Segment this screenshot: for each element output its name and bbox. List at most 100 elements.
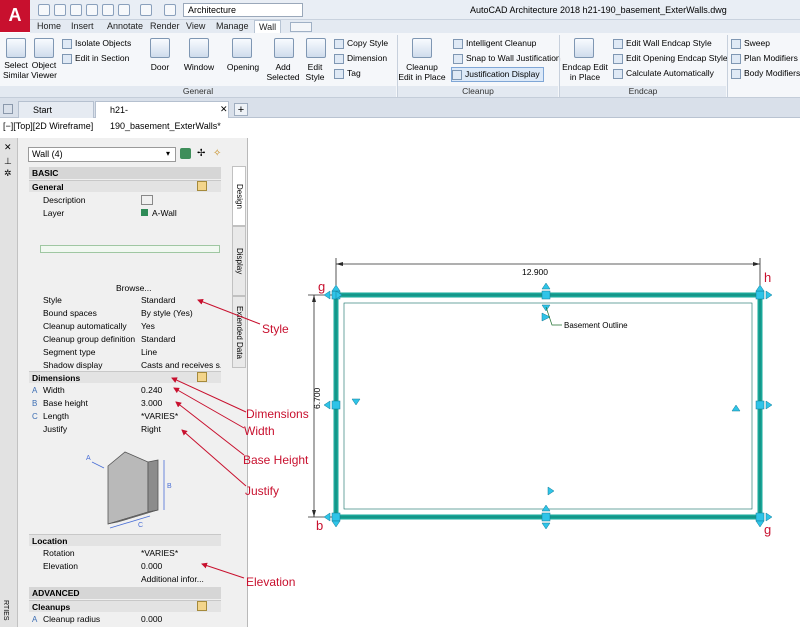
close-icon[interactable]: ✕: [220, 104, 228, 115]
edit-in-section-icon: [62, 53, 72, 64]
add-selected-button[interactable]: Add Selected: [266, 62, 300, 82]
close-icon[interactable]: ✕: [4, 142, 12, 153]
window-icon: [189, 38, 209, 58]
isolate-objects-button[interactable]: Isolate Objects: [62, 37, 131, 50]
redo-icon[interactable]: [140, 4, 152, 16]
tab-wall[interactable]: Wall: [254, 20, 282, 33]
edit-in-section-button[interactable]: Edit in Section: [62, 52, 129, 65]
open-icon[interactable]: [54, 4, 66, 16]
selection-combo[interactable]: Wall (4): [28, 147, 176, 162]
opening-button[interactable]: Opening: [224, 62, 262, 72]
tab-home[interactable]: Home: [33, 20, 65, 33]
tab-manage[interactable]: Manage: [212, 20, 253, 33]
description-field[interactable]: [40, 245, 220, 253]
workspace-select[interactable]: Architecture: [183, 3, 303, 17]
save-as-icon[interactable]: [86, 4, 98, 16]
endcap-edit-in-place-button[interactable]: Endcap Edit in Place: [560, 62, 610, 82]
grip-mid-right[interactable]: [755, 400, 765, 410]
tag-button[interactable]: Tag: [334, 67, 361, 80]
prop-layer[interactable]: Layer A-Wall: [29, 207, 221, 220]
save-icon[interactable]: [70, 4, 82, 16]
grip-mid-top[interactable]: [541, 290, 551, 300]
snap-icon: [453, 53, 463, 64]
tab-design[interactable]: Design: [232, 166, 246, 226]
justification-display-button[interactable]: Justification Display: [451, 67, 544, 82]
pickadd-icon[interactable]: ✧: [213, 148, 221, 159]
cleanup-edit-in-place-button[interactable]: Cleanup Edit in Place: [398, 62, 446, 82]
section-general[interactable]: General: [29, 180, 221, 192]
grip-corner-br[interactable]: [755, 512, 765, 522]
section-basic[interactable]: BASIC: [29, 167, 221, 179]
door-icon: [150, 38, 170, 58]
prop-cleanup-radius[interactable]: A Cleanup radius 0.000: [29, 613, 221, 626]
cleanup-panel-title[interactable]: Cleanup: [398, 86, 558, 97]
corner-label-b: b: [316, 518, 323, 533]
view-controls[interactable]: [−][Top][2D Wireframe]: [3, 121, 93, 131]
grip-corner-tr[interactable]: [755, 290, 765, 300]
grip-mid-bottom[interactable]: [541, 512, 551, 522]
app-logo[interactable]: A: [0, 0, 30, 32]
select-similar-icon: [6, 38, 26, 58]
new-icon[interactable]: [38, 4, 50, 16]
grip-mid-left[interactable]: [331, 400, 341, 410]
tab-overflow-icon[interactable]: [290, 22, 312, 32]
body-modifiers-icon: [731, 68, 741, 79]
section-options-icon[interactable]: [197, 181, 207, 191]
qat-menu-icon[interactable]: [164, 4, 176, 16]
corner-label-g-bottom: g: [764, 522, 771, 537]
section-options-icon[interactable]: [197, 601, 207, 611]
justification-display-icon: [452, 69, 462, 80]
print-icon[interactable]: [102, 4, 114, 16]
dimension-button[interactable]: Dimension: [334, 52, 387, 65]
grip-corner-bl[interactable]: [331, 512, 341, 522]
opening-icon: [232, 38, 252, 58]
tab-display[interactable]: Display: [232, 226, 246, 296]
select-similar-button[interactable]: Select Similar: [0, 60, 32, 80]
palette-titlebar[interactable]: [0, 138, 18, 627]
new-tab-icon[interactable]: +: [234, 103, 248, 116]
general-panel-title[interactable]: General: [0, 86, 396, 97]
endcap-style-icon: [613, 38, 623, 49]
tab-start[interactable]: Start: [18, 101, 94, 118]
object-viewer-button[interactable]: Object Viewer: [30, 60, 58, 80]
plan-modifiers-icon: [731, 53, 741, 64]
door-button[interactable]: Door: [144, 62, 176, 72]
section-cleanups[interactable]: Cleanups: [29, 600, 221, 612]
edit-style-icon: [306, 38, 326, 58]
snap-to-wall-justification-button[interactable]: Snap to Wall Justification: [453, 52, 561, 65]
sweep-button[interactable]: Sweep: [731, 37, 770, 50]
endcap-panel-title[interactable]: Endcap: [560, 86, 726, 97]
tab-render[interactable]: Render: [146, 20, 184, 33]
drawing-canvas[interactable]: 12.900 6.700 Basement Outline g h b g: [300, 255, 800, 545]
calculate-automatically-button[interactable]: Calculate Automatically: [613, 67, 714, 80]
tab-annotate[interactable]: Annotate: [103, 20, 147, 33]
palette-title: RTIES: [2, 600, 9, 621]
endcap-edit-icon: [574, 38, 594, 58]
annotation-arrows: [171, 299, 261, 579]
window-title: AutoCAD Architecture 2018 h21-190_baseme…: [470, 5, 727, 15]
edit-style-button[interactable]: Edit Style: [300, 62, 330, 82]
dimension-icon: [334, 53, 344, 64]
tab-drawing[interactable]: h21-190_basement_ExterWalls*: [95, 101, 229, 131]
quick-select-icon[interactable]: ✢: [197, 148, 205, 159]
menu-icon[interactable]: [3, 104, 13, 114]
body-modifiers-button[interactable]: Body Modifiers: [731, 67, 800, 80]
window-button[interactable]: Window: [180, 62, 218, 72]
prop-description[interactable]: Description: [29, 194, 221, 207]
tab-view[interactable]: View: [182, 20, 209, 33]
edit-wall-endcap-style-button[interactable]: Edit Wall Endcap Style: [613, 37, 712, 50]
plan-modifiers-button[interactable]: Plan Modifiers: [731, 52, 798, 65]
chevron-down-icon[interactable]: ▾: [166, 149, 170, 158]
select-objects-icon[interactable]: [180, 148, 191, 159]
tab-insert[interactable]: Insert: [67, 20, 98, 33]
isolate-objects-icon: [62, 38, 72, 49]
undo-icon[interactable]: [118, 4, 130, 16]
copy-style-button[interactable]: Copy Style: [334, 37, 388, 50]
calculate-icon: [613, 68, 623, 79]
auto-hide-icon[interactable]: ⊥: [4, 156, 12, 167]
wall-outline[interactable]: [333, 292, 763, 520]
edit-opening-endcap-style-button[interactable]: Edit Opening Endcap Style: [613, 52, 728, 65]
settings-icon[interactable]: ✲: [4, 168, 12, 179]
intelligent-cleanup-button[interactable]: Intelligent Cleanup: [453, 37, 536, 50]
dimension-horizontal-text: 12.900: [522, 267, 548, 277]
